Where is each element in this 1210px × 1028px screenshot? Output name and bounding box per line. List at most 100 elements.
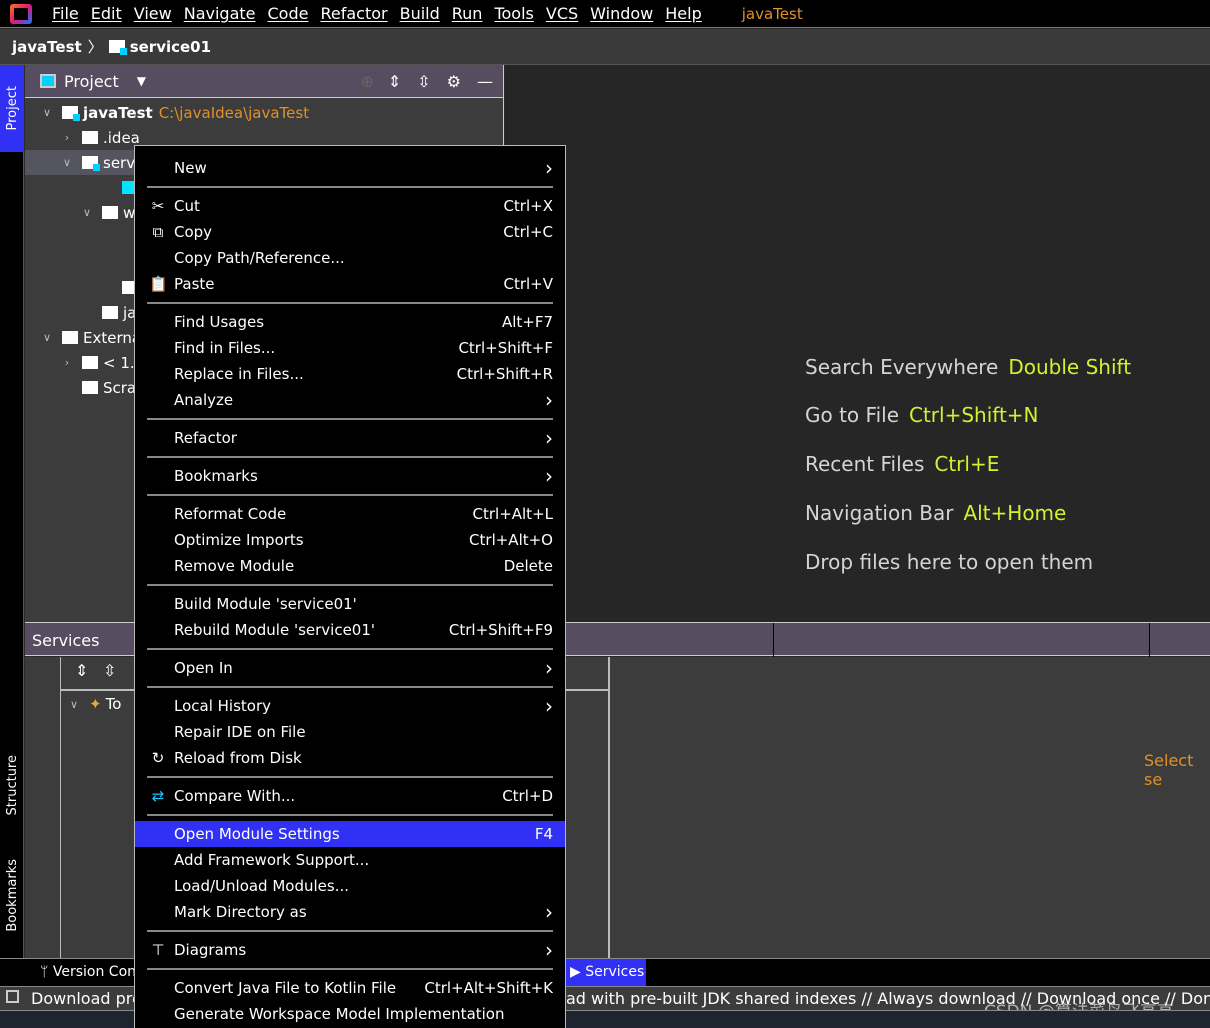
expand-all-icon[interactable]: ⇕ [75,661,88,680]
menu-item-generate-workspace-model-implementation[interactable]: Generate Workspace Model Implementation [135,1001,565,1027]
menu-item-reformat-code[interactable]: Reformat Code Ctrl+Alt+L [135,501,565,527]
menu-tools[interactable]: Tools [494,4,533,23]
tab-bookmarks[interactable]: Bookmarks [0,845,24,945]
menu-item-analyze[interactable]: Analyze › [135,387,565,413]
menu-item-label: Build Module 'service01' [174,595,357,613]
chevron-right-icon: › [545,694,553,718]
menu-item-open-in[interactable]: Open In › [135,655,565,681]
chevron-down-icon[interactable]: ∨ [40,106,54,119]
menu-run[interactable]: Run [452,4,483,23]
menu-help[interactable]: Help [665,4,701,23]
folder-icon [62,331,78,344]
menu-item-shortcut: Ctrl+C [503,223,553,241]
menu-item-label: Compare With... [174,787,296,805]
menu-item-add-framework-support[interactable]: Add Framework Support... [135,847,565,873]
menu-item-shortcut: Ctrl+Shift+F9 [448,621,553,639]
menu-item-convert-java-file-to-kotlin-file[interactable]: Convert Java File to Kotlin File Ctrl+Alt… [135,975,565,1001]
menu-item-optimize-imports[interactable]: Optimize Imports Ctrl+Alt+O [135,527,565,553]
chevron-right-icon[interactable]: › [60,356,74,369]
chevron-right-icon: › [545,426,553,450]
folder-icon [62,106,80,121]
context-menu: New › ✂ Cut Ctrl+X ⧉ Copy Ctrl+C Copy Path/Refer… [134,145,566,1028]
status-message[interactable]: Download pre [31,989,142,1008]
menu-item-mark-directory-as[interactable]: Mark Directory as › [135,899,565,925]
project-view-selector[interactable]: Project [64,72,119,91]
menu-build[interactable]: Build [400,4,440,23]
tab-project[interactable]: Project [0,65,24,152]
menu-item-compare-with[interactable]: ⇄ Compare With... Ctrl+D [135,783,565,809]
menu-separator [135,681,565,693]
menu-item-cut[interactable]: ✂ Cut Ctrl+X [135,193,565,219]
hint-label: Search Everywhere [805,355,999,379]
menu-item-open-module-settings[interactable]: Open Module Settings F4 [135,821,565,847]
chevron-down-icon: ∨ [69,697,79,711]
menu-code[interactable]: Code [268,4,309,23]
editor-hint: Go to File Ctrl+Shift+N [805,403,1039,427]
minimize-icon[interactable]: — [477,72,493,91]
menu-item-diagrams[interactable]: ⊤ Diagrams › [135,937,565,963]
breadcrumb: javaTest 〉 service01 [0,29,1210,65]
collapse-all-icon[interactable]: ⇳ [103,661,116,680]
chevron-down-icon[interactable]: ∨ [60,156,74,169]
menu-item-copy-path-reference[interactable]: Copy Path/Reference... [135,245,565,271]
menu-item-rebuild-module-service01[interactable]: Rebuild Module 'service01' Ctrl+Shift+F9 [135,617,565,643]
menu-separator [135,643,565,655]
tab-version-control[interactable]: ᛘ Version Con [40,964,136,980]
tab-services[interactable]: ▶ Services [566,959,646,986]
tree-item[interactable]: ∨ javaTest C:\javaIdea\javaTest [25,100,503,125]
menu-refactor[interactable]: Refactor [320,4,387,23]
menu-item-remove-module[interactable]: Remove Module Delete [135,553,565,579]
menu-item-label: Mark Directory as [174,903,307,921]
menu-item-load-unload-modules[interactable]: Load/Unload Modules... [135,873,565,899]
chevron-right-icon[interactable]: › [60,131,74,144]
menu-item-find-usages[interactable]: Find Usages Alt+F7 [135,309,565,335]
menu-file[interactable]: File [52,4,79,23]
menu-edit[interactable]: Edit [91,4,122,23]
menu-separator [135,413,565,425]
services-tree-item[interactable]: ∨ ✦ To [67,695,121,713]
chevron-down-icon[interactable]: ∨ [40,331,54,344]
menu-item-shortcut: Ctrl+Shift+R [456,365,553,383]
menu-item-bookmarks[interactable]: Bookmarks › [135,463,565,489]
menu-window[interactable]: Window [590,4,653,23]
menu-item-local-history[interactable]: Local History › [135,693,565,719]
watermark: CSDN @算法菜鸟飞高高 [984,997,1174,1010]
menu-item-shortcut: Alt+F7 [501,313,553,331]
breadcrumb-module[interactable]: service01 [130,38,211,56]
menu-item-shortcut: Delete [503,557,553,575]
menu-view[interactable]: View [134,4,172,23]
menu-separator [135,963,565,975]
menu-item-replace-in-files[interactable]: Replace in Files... Ctrl+Shift+R [135,361,565,387]
menu-item-repair-ide-on-file[interactable]: Repair IDE on File [135,719,565,745]
tree-item-label: .idea [103,128,140,147]
services-title: Services [32,631,100,650]
menu-item-label: Reload from Disk [174,749,302,767]
project-path: C:\javaIdea\javaTest [158,103,310,122]
menu-navigate[interactable]: Navigate [184,4,256,23]
collapse-all-icon[interactable]: ⇳ [417,72,430,91]
chevron-down-icon[interactable]: ∨ [80,206,94,219]
menu-item-paste[interactable]: 📋 Paste Ctrl+V [135,271,565,297]
editor-hint: Navigation Bar Alt+Home [805,501,1066,525]
chevron-down-icon[interactable]: ▼ [137,74,146,88]
locate-icon[interactable]: ⊕ [360,72,373,91]
menu-separator [135,579,565,591]
menu-item-shortcut: Ctrl+X [503,197,553,215]
menu-item-refactor[interactable]: Refactor › [135,425,565,451]
menu-item-reload-from-disk[interactable]: ↻ Reload from Disk [135,745,565,771]
chevron-right-icon: 〉 [87,38,103,56]
gear-icon[interactable]: ⚙ [447,72,461,91]
expand-all-icon[interactable]: ⇕ [388,72,401,91]
project-view-icon [40,74,56,88]
menu-item-new[interactable]: New › [135,155,565,181]
menu-item-label: Load/Unload Modules... [174,877,350,895]
tab-structure[interactable]: Structure [0,735,24,835]
chevron-right-icon: › [545,156,553,180]
breadcrumb-root[interactable]: javaTest [12,38,82,56]
select-service-hint: Select se [1144,751,1194,789]
menu-item-copy[interactable]: ⧉ Copy Ctrl+C [135,219,565,245]
menu-item-find-in-files[interactable]: Find in Files... Ctrl+Shift+F [135,335,565,361]
menu-item-build-module-service01[interactable]: Build Module 'service01' [135,591,565,617]
menu-vcs[interactable]: VCS [546,4,578,23]
folder-icon [102,306,118,319]
